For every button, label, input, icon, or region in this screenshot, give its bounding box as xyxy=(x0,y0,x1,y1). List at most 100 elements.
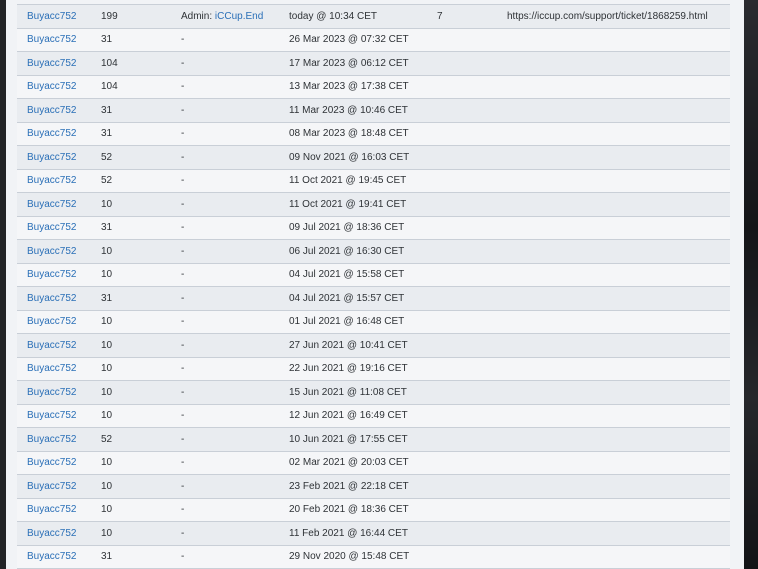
by-prefix: - xyxy=(181,81,185,93)
cell-user: Buyacc752 xyxy=(17,98,91,123)
by-prefix: - xyxy=(181,386,185,398)
cell-value: 52 xyxy=(91,145,171,170)
cell-ticket-url xyxy=(497,75,730,99)
cell-date: 09 Jul 2021 @ 18:36 CET xyxy=(279,216,427,240)
table-row: Buyacc752 104 - 13 Mar 2023 @ 17:38 CET xyxy=(17,75,730,99)
cell-ticket-url xyxy=(497,380,730,405)
table-row: Buyacc752 10 - 27 Jun 2021 @ 10:41 CET xyxy=(17,333,730,358)
cell-by: - xyxy=(171,451,279,475)
cell-by: - xyxy=(171,427,279,452)
cell-value: 104 xyxy=(91,75,171,99)
by-prefix: - xyxy=(181,104,185,116)
cell-date: 10 Jun 2021 @ 17:55 CET xyxy=(279,427,427,452)
cell-value: 10 xyxy=(91,498,171,522)
cell-value: 31 xyxy=(91,98,171,123)
cell-user: Buyacc752 xyxy=(17,75,91,99)
cell-user: Buyacc752 xyxy=(17,239,91,264)
user-link[interactable]: Buyacc752 xyxy=(27,551,76,562)
table-row: Buyacc752 10 - 12 Jun 2021 @ 16:49 CET xyxy=(17,404,730,428)
cell-value: 10 xyxy=(91,310,171,334)
cell-user: Buyacc752 xyxy=(17,451,91,475)
by-prefix: - xyxy=(181,245,185,257)
cell-by: - xyxy=(171,357,279,381)
cell-by: - xyxy=(171,192,279,217)
cell-value: 199 xyxy=(91,4,171,29)
page-right-gutter xyxy=(744,0,758,569)
by-prefix: - xyxy=(181,457,185,469)
cell-ticket-url xyxy=(497,122,730,146)
user-link[interactable]: Buyacc752 xyxy=(27,175,76,186)
by-link[interactable]: iCCup.End xyxy=(215,11,263,22)
user-link[interactable]: Buyacc752 xyxy=(27,340,76,351)
cell-by: - xyxy=(171,216,279,240)
cell-user: Buyacc752 xyxy=(17,404,91,428)
table-row: Buyacc752 31 - 26 Mar 2023 @ 07:32 CET xyxy=(17,28,730,52)
by-prefix: - xyxy=(181,433,185,445)
cell-count xyxy=(427,192,497,217)
user-link[interactable]: Buyacc752 xyxy=(27,81,76,92)
user-link[interactable]: Buyacc752 xyxy=(27,269,76,280)
table-row: Buyacc752 31 - 29 Nov 2020 @ 15:48 CET xyxy=(17,545,730,569)
cell-date: 26 Mar 2023 @ 07:32 CET xyxy=(279,28,427,52)
user-link[interactable]: Buyacc752 xyxy=(27,199,76,210)
by-prefix: - xyxy=(181,480,185,492)
user-link[interactable]: Buyacc752 xyxy=(27,434,76,445)
cell-user: Buyacc752 xyxy=(17,474,91,499)
cell-count xyxy=(427,404,497,428)
cell-value: 10 xyxy=(91,357,171,381)
user-link[interactable]: Buyacc752 xyxy=(27,316,76,327)
by-prefix: - xyxy=(181,34,185,46)
cell-by: - xyxy=(171,380,279,405)
user-link[interactable]: Buyacc752 xyxy=(27,363,76,374)
cell-count xyxy=(427,145,497,170)
cell-by: - xyxy=(171,51,279,76)
by-prefix: - xyxy=(181,316,185,328)
cell-user: Buyacc752 xyxy=(17,310,91,334)
user-link[interactable]: Buyacc752 xyxy=(27,58,76,69)
user-link[interactable]: Buyacc752 xyxy=(27,528,76,539)
cell-user: Buyacc752 xyxy=(17,122,91,146)
user-link[interactable]: Buyacc752 xyxy=(27,504,76,515)
user-link[interactable]: Buyacc752 xyxy=(27,222,76,233)
table-row: Buyacc752 10 - 02 Mar 2021 @ 20:03 CET xyxy=(17,451,730,475)
user-link[interactable]: Buyacc752 xyxy=(27,387,76,398)
cell-value: 10 xyxy=(91,380,171,405)
user-link[interactable]: Buyacc752 xyxy=(27,105,76,116)
user-link[interactable]: Buyacc752 xyxy=(27,11,76,22)
cell-count: 7 xyxy=(427,4,497,29)
user-link[interactable]: Buyacc752 xyxy=(27,481,76,492)
cell-date: 08 Mar 2023 @ 18:48 CET xyxy=(279,122,427,146)
table-row: Buyacc752 52 - 10 Jun 2021 @ 17:55 CET xyxy=(17,427,730,452)
cell-date: 23 Feb 2021 @ 22:18 CET xyxy=(279,474,427,499)
user-link[interactable]: Buyacc752 xyxy=(27,293,76,304)
cell-user: Buyacc752 xyxy=(17,498,91,522)
user-link[interactable]: Buyacc752 xyxy=(27,34,76,45)
cell-value: 31 xyxy=(91,28,171,52)
cell-count xyxy=(427,239,497,264)
table-row: Buyacc752 10 - 01 Jul 2021 @ 16:48 CET xyxy=(17,310,730,334)
table-row: Buyacc752 10 - 22 Jun 2021 @ 19:16 CET xyxy=(17,357,730,381)
cell-ticket-url xyxy=(497,333,730,358)
cell-count xyxy=(427,28,497,52)
cell-user: Buyacc752 xyxy=(17,333,91,358)
cell-date: 13 Mar 2023 @ 17:38 CET xyxy=(279,75,427,99)
cell-count xyxy=(427,51,497,76)
cell-value: 52 xyxy=(91,427,171,452)
cell-date: 09 Nov 2021 @ 16:03 CET xyxy=(279,145,427,170)
by-prefix: - xyxy=(181,151,185,163)
by-prefix: - xyxy=(181,292,185,304)
table-row: Buyacc752 10 - 06 Jul 2021 @ 16:30 CET xyxy=(17,239,730,264)
user-link[interactable]: Buyacc752 xyxy=(27,457,76,468)
by-prefix: - xyxy=(181,269,185,281)
cell-date: 11 Oct 2021 @ 19:45 CET xyxy=(279,169,427,193)
cell-ticket-url xyxy=(497,545,730,569)
user-link[interactable]: Buyacc752 xyxy=(27,246,76,257)
user-link[interactable]: Buyacc752 xyxy=(27,128,76,139)
cell-user: Buyacc752 xyxy=(17,286,91,311)
cell-ticket-url: https://iccup.com/support/ticket/1868259… xyxy=(497,4,730,29)
cell-date: 02 Mar 2021 @ 20:03 CET xyxy=(279,451,427,475)
cell-user: Buyacc752 xyxy=(17,427,91,452)
cell-count xyxy=(427,98,497,123)
user-link[interactable]: Buyacc752 xyxy=(27,410,76,421)
user-link[interactable]: Buyacc752 xyxy=(27,152,76,163)
